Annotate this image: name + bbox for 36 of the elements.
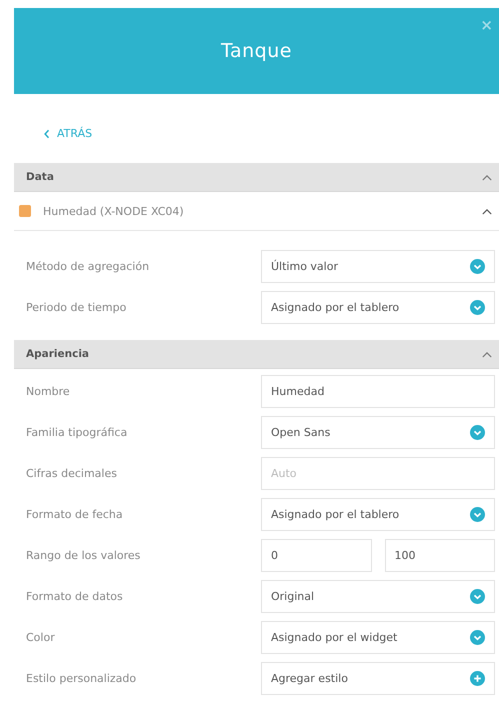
field-label: Estilo personalizado: [26, 672, 138, 685]
chevron-down-icon: [470, 300, 485, 315]
dropdown[interactable]: Último valor: [261, 250, 495, 283]
dropdown[interactable]: Asignado por el tablero: [261, 291, 495, 324]
chevron-left-icon: [44, 128, 50, 138]
input-field[interactable]: 0: [261, 539, 372, 572]
field-label: Formato de fecha: [26, 508, 124, 521]
section-header[interactable]: Data: [14, 163, 499, 192]
chevron-down-icon: [470, 507, 485, 522]
field-label: Color: [26, 631, 56, 644]
dropdown[interactable]: Asignado por el widget: [261, 621, 495, 654]
chevron-down-icon: [470, 630, 485, 645]
plus-icon: [470, 671, 485, 686]
dialog-title: Tanque: [221, 40, 292, 62]
field-label: Método de agregación: [26, 260, 150, 273]
dropdown[interactable]: Open Sans: [261, 416, 495, 449]
input-field[interactable]: Humedad: [261, 375, 495, 408]
field-label: Cifras decimales: [26, 467, 118, 480]
field-label: Periodo de tiempo: [26, 301, 128, 314]
chevron-down-icon: [470, 259, 485, 274]
dropdown[interactable]: Asignado por el tablero: [261, 498, 495, 531]
series-name: Humedad (X-NODE XC04): [43, 204, 185, 218]
field-label: Formato de datos: [26, 590, 124, 603]
add-style-button[interactable]: Agregar estilo: [261, 662, 495, 695]
section-title: Apariencia: [26, 348, 90, 360]
dropdown[interactable]: Original: [261, 580, 495, 613]
section-title: Data: [26, 171, 54, 183]
input-field[interactable]: 100: [384, 539, 495, 572]
section-header[interactable]: Apariencia: [14, 340, 499, 369]
chevron-down-icon: [470, 425, 485, 440]
input-field[interactable]: Auto: [261, 457, 495, 490]
field-label: Familia tipográfica: [26, 426, 128, 439]
field-label: Nombre: [26, 385, 71, 398]
field-label: Rango de los valores: [26, 549, 142, 562]
chevron-down-icon: [470, 589, 485, 604]
series-row[interactable]: Humedad (X-NODE XC04): [14, 192, 499, 231]
